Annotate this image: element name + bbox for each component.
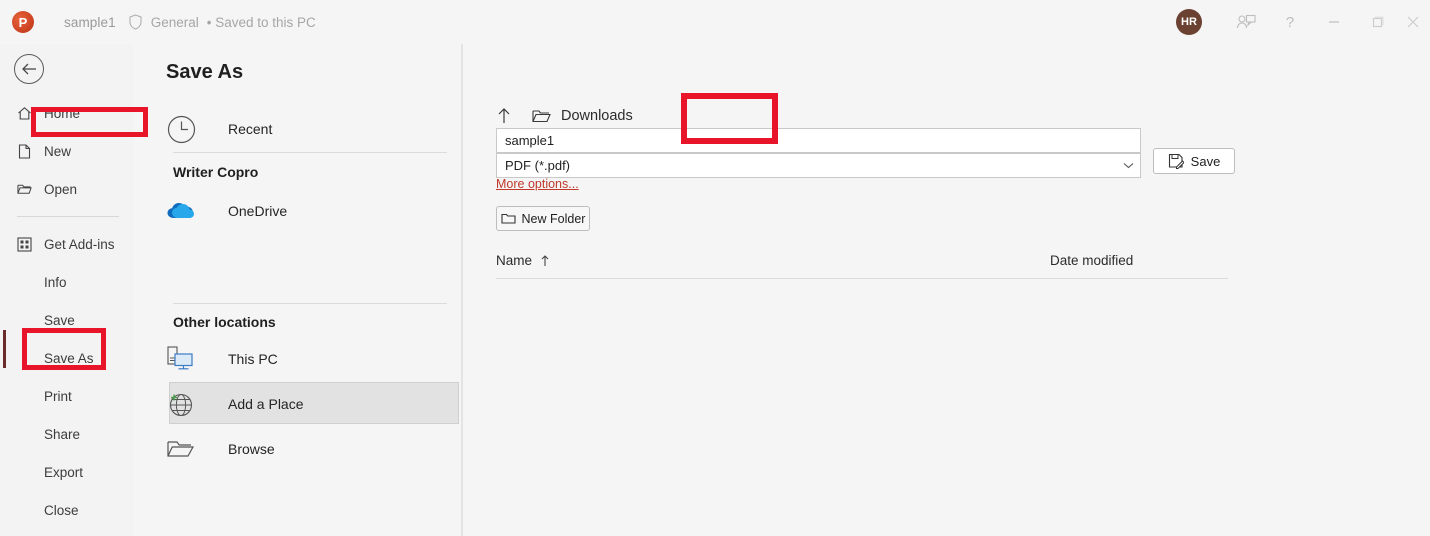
sidebar-item-get-add-ins[interactable]: Get Add-ins	[0, 225, 133, 263]
location-label: This PC	[228, 351, 278, 367]
sidebar-item-save-as[interactable]: Save As	[0, 339, 133, 377]
sensitivity-shield-icon	[128, 14, 143, 30]
sidebar-item-label: Home	[44, 105, 81, 121]
up-arrow-icon[interactable]	[496, 106, 512, 126]
sidebar-item-label: New	[44, 143, 72, 159]
more-options-link[interactable]: More options...	[496, 177, 579, 191]
logo-letter: P	[18, 14, 28, 30]
other-locations-title: Other locations	[173, 314, 276, 330]
location-item-recent[interactable]: Recent	[166, 107, 272, 151]
home-icon	[17, 106, 32, 121]
this-pc-icon	[166, 345, 197, 373]
sidebar-item-print[interactable]: Print	[0, 377, 133, 415]
page-title: Save As	[166, 61, 244, 83]
file-type-dropdown[interactable]: PDF (*.pdf)	[496, 153, 1141, 178]
avatar[interactable]: HR	[1176, 9, 1202, 35]
column-header-date-modified[interactable]: Date modified	[1050, 253, 1133, 268]
add-ins-grid-icon	[17, 236, 32, 252]
selection-marker	[3, 330, 6, 368]
nav-divider	[17, 216, 119, 217]
middle-divider-top	[173, 152, 447, 153]
close-icon[interactable]	[1400, 0, 1430, 44]
sidebar-item-label: Info	[44, 274, 67, 290]
location-label: Browse	[228, 441, 275, 457]
sidebar-item-label: Export	[44, 464, 84, 480]
avatar-initials: HR	[1181, 16, 1197, 28]
sidebar-item-label: Open	[44, 181, 78, 197]
middle-divider-bottom	[173, 303, 447, 304]
sidebar-item-info[interactable]: Info	[0, 263, 133, 301]
save-button[interactable]: Save	[1153, 148, 1235, 174]
sidebar-item-label: Close	[44, 502, 79, 518]
add-a-place-globe-icon	[166, 390, 197, 418]
location-item-browse[interactable]: Browse	[166, 427, 275, 471]
sort-ascending-arrow	[540, 254, 550, 268]
save-as-locations-panel: Save As Recent Writer Copro OneDrive Oth…	[133, 44, 461, 536]
new-folder-label: New Folder	[521, 211, 586, 226]
sidebar-item-new[interactable]: New	[0, 132, 133, 170]
file-type-value: PDF (*.pdf)	[505, 158, 571, 173]
location-label: OneDrive	[228, 203, 288, 219]
powerpoint-logo-icon: P	[12, 11, 34, 33]
sidebar-item-open[interactable]: Open	[0, 170, 133, 208]
title-bar: P sample1 General • Saved to this PC HR …	[0, 0, 1430, 44]
backstage-left-nav: Home New Open Get Add-ins Info Save Save…	[0, 44, 133, 536]
sidebar-item-label: Get Add-ins	[44, 236, 115, 252]
sidebar-item-label: Print	[44, 388, 72, 404]
location-item-onedrive[interactable]: OneDrive	[166, 189, 287, 233]
sidebar-item-save[interactable]: Save	[0, 301, 133, 339]
save-state-text: • Saved to this PC	[206, 14, 316, 30]
sidebar-item-home[interactable]: Home	[0, 94, 133, 132]
open-folder-icon	[17, 182, 32, 197]
powerpoint-save-as-backstage: P sample1 General • Saved to this PC HR …	[0, 0, 1430, 536]
save-as-details-panel: Downloads sample1 PDF (*.pdf) More optio…	[463, 44, 1430, 536]
column-header-name-label: Name	[496, 253, 533, 268]
location-label: Add a Place	[228, 396, 304, 412]
account-section-title: Writer Copro	[173, 164, 259, 180]
sidebar-item-close[interactable]: Close	[0, 491, 133, 529]
sidebar-item-export[interactable]: Export	[0, 453, 133, 491]
save-disk-icon	[1168, 153, 1184, 169]
maximize-restore-icon[interactable]	[1356, 0, 1400, 44]
location-label: Recent	[228, 121, 273, 137]
location-item-add-a-place[interactable]: Add a Place	[166, 382, 304, 426]
share-people-icon[interactable]	[1224, 0, 1268, 44]
sensitivity-label[interactable]: General	[151, 15, 199, 30]
breadcrumb-path[interactable]: Downloads	[561, 108, 633, 124]
sidebar-item-label: Save As	[44, 350, 94, 366]
chevron-down-icon[interactable]	[1123, 154, 1134, 177]
help-question-icon[interactable]: ?	[1268, 0, 1312, 44]
document-title: sample1	[64, 14, 116, 30]
minimize-icon[interactable]	[1312, 0, 1356, 44]
back-arrow-icon[interactable]	[14, 54, 44, 84]
clock-icon	[166, 114, 197, 145]
file-list-divider	[496, 278, 1228, 279]
folder-icon	[532, 108, 551, 124]
column-header-name[interactable]: Name	[496, 253, 550, 268]
location-item-this-pc[interactable]: This PC	[166, 337, 278, 381]
save-button-label: Save	[1190, 153, 1221, 169]
file-name-input[interactable]: sample1	[496, 128, 1141, 153]
breadcrumb: Downloads	[496, 104, 633, 128]
browse-folder-icon	[166, 436, 197, 462]
sidebar-item-label: Share	[44, 426, 81, 442]
sidebar-item-label: Save	[44, 312, 75, 328]
title-bar-controls: HR ?	[1176, 0, 1430, 44]
new-folder-button[interactable]: New Folder	[496, 206, 590, 231]
sidebar-item-share[interactable]: Share	[0, 415, 133, 453]
new-folder-icon	[500, 212, 516, 225]
nav-items-list: Home New Open Get Add-ins Info Save Save…	[0, 94, 133, 529]
onedrive-cloud-icon	[166, 199, 197, 223]
new-document-icon	[17, 143, 32, 159]
